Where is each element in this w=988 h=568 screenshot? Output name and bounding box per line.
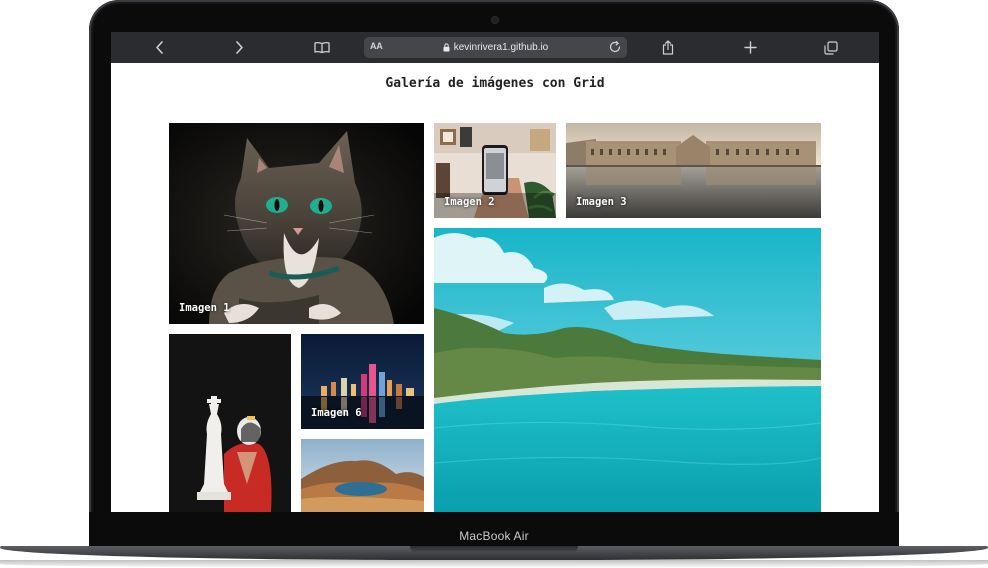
gallery-item-7[interactable] bbox=[301, 439, 424, 512]
crater-lake-image bbox=[301, 439, 424, 512]
gallery-caption: Imagen 3 bbox=[576, 196, 627, 208]
chevron-left-icon bbox=[155, 41, 163, 54]
share-button[interactable] bbox=[655, 36, 681, 59]
url-display: kevinrivera1.github.io bbox=[364, 37, 627, 58]
gallery-item-6[interactable]: Imagen 6 bbox=[301, 334, 424, 429]
chevron-right-icon bbox=[235, 41, 243, 54]
laptop-shadow bbox=[0, 560, 988, 568]
gallery-item-5[interactable] bbox=[169, 334, 291, 512]
url-text: kevinrivera1.github.io bbox=[453, 42, 549, 53]
browser-window: AA kevinrivera1.github.io Galería de imá… bbox=[111, 32, 879, 512]
cat-image bbox=[169, 123, 424, 324]
gallery-item-1[interactable]: Imagen 1 bbox=[169, 123, 424, 324]
chess-portrait-image bbox=[169, 334, 291, 512]
share-icon bbox=[662, 40, 674, 55]
gallery-caption: Imagen 2 bbox=[444, 196, 495, 208]
gallery-item-3[interactable]: Imagen 3 bbox=[566, 123, 821, 218]
open-book-icon bbox=[314, 41, 330, 54]
tabs-icon bbox=[824, 40, 838, 55]
gallery-caption: Imagen 1 bbox=[179, 302, 230, 314]
new-tab-button[interactable] bbox=[737, 36, 763, 59]
tropical-coast-image bbox=[434, 228, 821, 512]
address-bar[interactable]: AA kevinrivera1.github.io bbox=[364, 37, 627, 58]
camera-icon bbox=[492, 17, 498, 23]
laptop-base-notch bbox=[410, 546, 578, 553]
gallery-caption: Imagen 6 bbox=[311, 407, 362, 419]
device-label: MacBook Air bbox=[459, 529, 529, 543]
forward-button[interactable] bbox=[226, 36, 252, 59]
gallery-item-2[interactable]: Imagen 2 bbox=[434, 123, 556, 218]
gallery-item-4[interactable] bbox=[434, 228, 821, 512]
plus-icon bbox=[743, 41, 757, 54]
tabs-overview-button[interactable] bbox=[818, 36, 844, 59]
reload-icon[interactable] bbox=[608, 40, 622, 54]
lock-icon bbox=[443, 43, 450, 52]
back-button[interactable] bbox=[146, 36, 172, 59]
browser-toolbar: AA kevinrivera1.github.io bbox=[111, 32, 879, 63]
bookmarks-button[interactable] bbox=[309, 36, 335, 59]
page-title: Galería de imágenes con Grid bbox=[385, 76, 605, 91]
